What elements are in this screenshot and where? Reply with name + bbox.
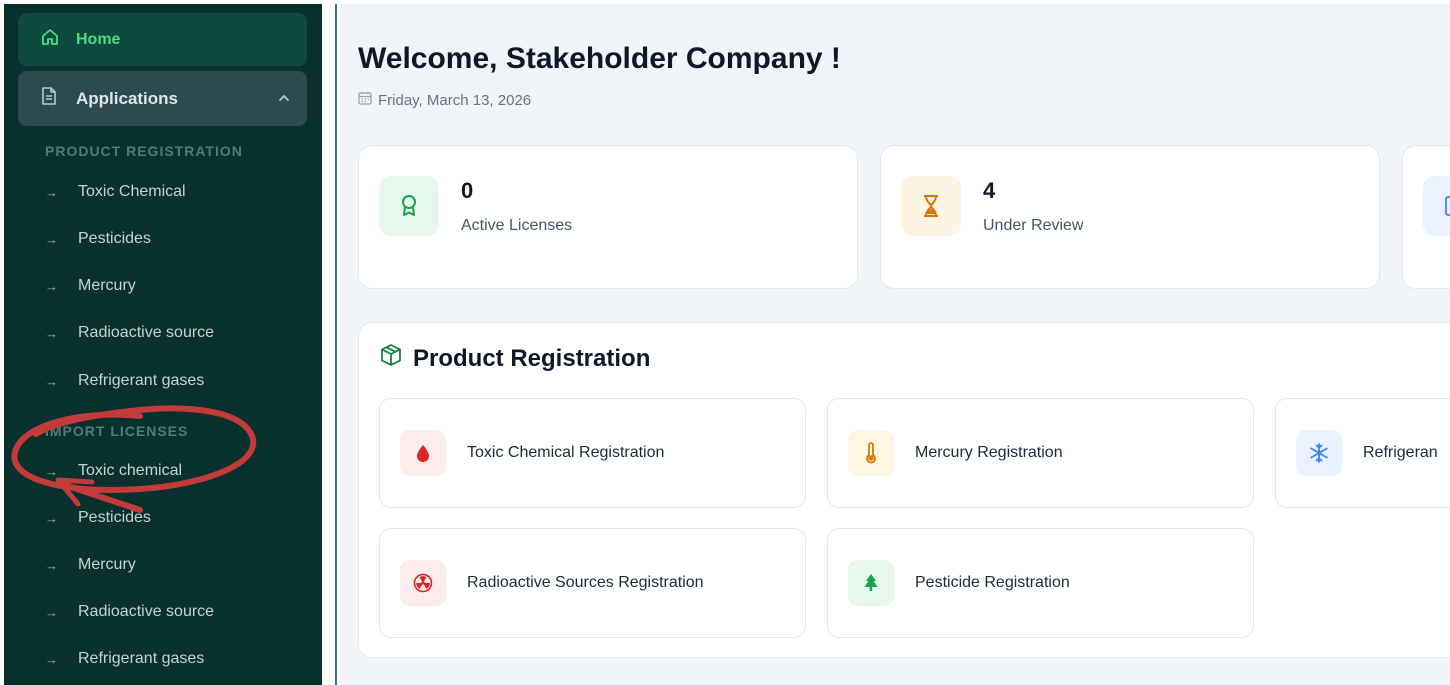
calendar-icon: [358, 91, 372, 109]
sidebar-subitem-import-toxic-chemical[interactable]: → Toxic chemical: [45, 459, 182, 483]
stat-card-active-licenses[interactable]: 0 Active Licenses: [358, 145, 858, 289]
sidebar-subitem-toxic-chemical[interactable]: → Toxic Chemical: [45, 180, 186, 204]
sidebar-subitem-import-pesticides[interactable]: → Pesticides: [45, 506, 151, 530]
sidebar-subitem-label: Refrigerant gases: [78, 650, 205, 667]
stat-value: 0: [461, 178, 474, 203]
arrow-right-icon: →: [45, 557, 58, 573]
sidebar-item-label: Home: [76, 30, 121, 48]
stat-card-partial[interactable]: [1402, 145, 1450, 289]
sidebar-subitem-mercury[interactable]: → Mercury: [45, 274, 136, 298]
date-display: Friday, March 13, 2026: [358, 91, 531, 109]
sidebar-subitem-label: Refrigerant gases: [78, 372, 205, 389]
sidebar-item-applications[interactable]: Applications: [18, 71, 307, 126]
sidebar-subitem-refrigerant-gases[interactable]: → Refrigerant gases: [45, 369, 204, 393]
arrow-right-icon: →: [45, 651, 58, 667]
sidebar-item-home[interactable]: Home: [18, 13, 307, 66]
radiation-icon: [400, 560, 446, 606]
award-icon: [379, 176, 439, 236]
registration-card-radioactive[interactable]: Radioactive Sources Registration: [379, 528, 806, 638]
section-heading-import-licenses: IMPORT LICENSES: [45, 423, 189, 439]
registration-card-label: Refrigeran: [1363, 444, 1438, 461]
sidebar-subitem-import-mercury[interactable]: → Mercury: [45, 553, 136, 577]
document-icon: [1423, 176, 1450, 236]
sidebar-subitem-label: Radioactive source: [78, 603, 215, 620]
registration-card-label: Pesticide Registration: [915, 574, 1070, 591]
sidebar-subitem-radioactive-source[interactable]: → Radioactive source: [45, 321, 214, 345]
registration-card-pesticide[interactable]: Pesticide Registration: [827, 528, 1254, 638]
sidebar-subitem-label: Pesticides: [78, 230, 151, 247]
arrow-right-icon: →: [45, 510, 58, 526]
arrow-right-icon: →: [45, 231, 58, 247]
sidebar-subitem-label: Toxic Chemical: [78, 183, 186, 200]
page-title: Welcome, Stakeholder Company !: [358, 42, 841, 75]
arrow-right-icon: →: [45, 184, 58, 200]
hourglass-icon: [901, 176, 961, 236]
sidebar-subitem-import-radioactive-source[interactable]: → Radioactive source: [45, 600, 214, 624]
stat-card-under-review[interactable]: 4 Under Review: [880, 145, 1380, 289]
panel-title: Product Registration: [379, 343, 650, 374]
droplet-icon: [400, 430, 446, 476]
arrow-right-icon: →: [45, 463, 58, 479]
stat-label: Under Review: [983, 217, 1084, 234]
registration-card-label: Toxic Chemical Registration: [467, 444, 665, 461]
registration-card-refrigerant[interactable]: Refrigeran: [1275, 398, 1450, 508]
sidebar-subitem-label: Radioactive source: [78, 324, 215, 341]
date-text: Friday, March 13, 2026: [378, 91, 532, 109]
chevron-up-icon[interactable]: [277, 91, 291, 109]
stat-value: 4: [983, 178, 996, 203]
sidebar-subitem-label: Mercury: [78, 556, 136, 573]
sidebar-subitem-pesticides[interactable]: → Pesticides: [45, 227, 151, 251]
registration-card-mercury[interactable]: Mercury Registration: [827, 398, 1254, 508]
sidebar: Home Applications PRODUCT REGISTRATION →…: [4, 4, 322, 685]
sidebar-item-label: Applications: [76, 88, 179, 108]
arrow-right-icon: →: [45, 604, 58, 620]
registration-card-toxic-chemical[interactable]: Toxic Chemical Registration: [379, 398, 806, 508]
arrow-right-icon: →: [45, 325, 58, 341]
product-registration-panel: Product Registration Toxic Chemical Regi…: [358, 322, 1450, 658]
arrow-right-icon: →: [45, 278, 58, 294]
sidebar-subitem-label: Mercury: [78, 277, 136, 294]
document-icon: [40, 86, 58, 111]
stat-label: Active Licenses: [461, 217, 573, 234]
sidebar-subitem-label: Pesticides: [78, 509, 151, 526]
panel-title-text: Product Registration: [413, 344, 651, 372]
section-heading-product-registration: PRODUCT REGISTRATION: [45, 143, 243, 159]
home-icon: [40, 27, 60, 52]
tree-icon: [848, 560, 894, 606]
registration-card-label: Radioactive Sources Registration: [467, 574, 704, 591]
box-icon: [379, 343, 403, 374]
sidebar-divider: [335, 4, 337, 685]
registration-card-label: Mercury Registration: [915, 444, 1063, 461]
thermometer-icon: [848, 430, 894, 476]
main-content: Welcome, Stakeholder Company ! Friday, M…: [340, 4, 1450, 685]
snowflake-icon: [1296, 430, 1342, 476]
sidebar-subitem-label: Toxic chemical: [78, 462, 183, 479]
sidebar-subitem-import-refrigerant-gases[interactable]: → Refrigerant gases: [45, 647, 204, 671]
arrow-right-icon: →: [45, 373, 58, 389]
